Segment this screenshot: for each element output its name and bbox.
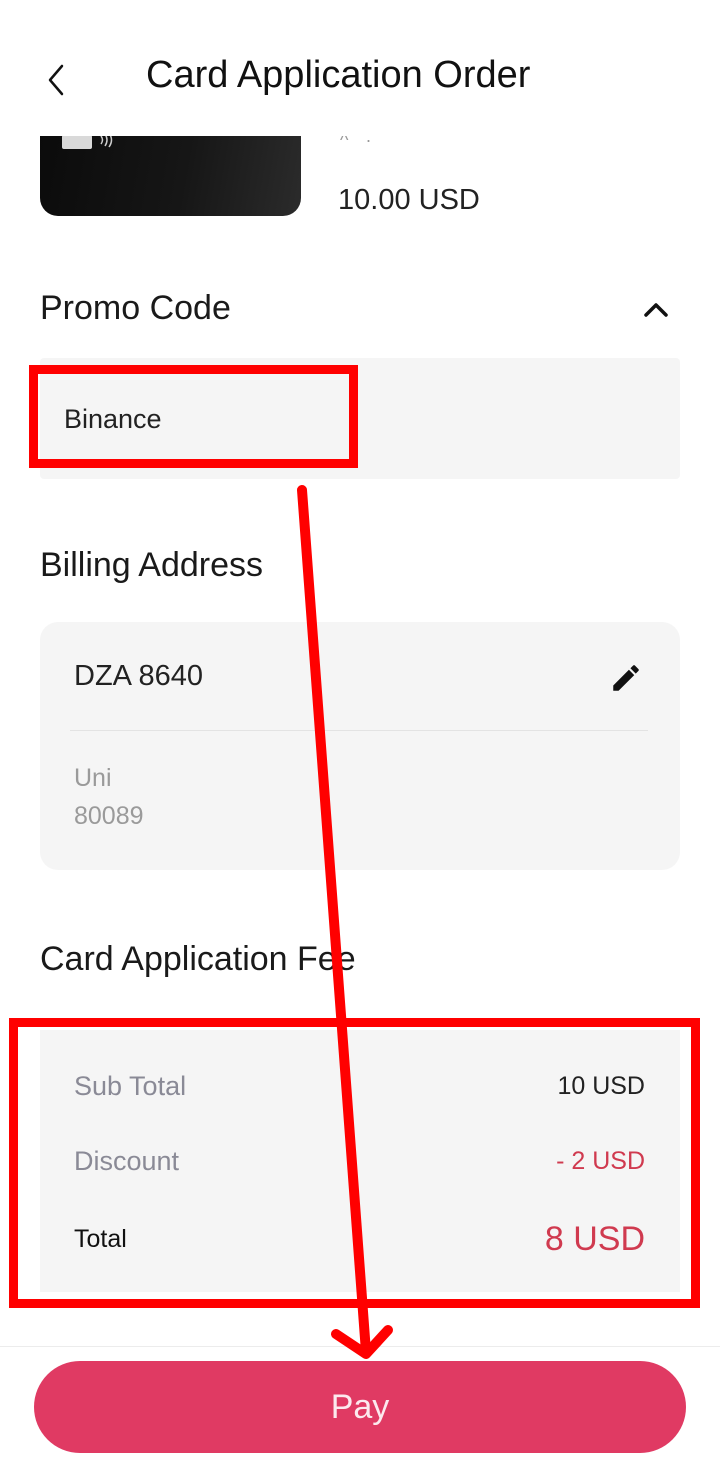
billing-address-line1: DZA 8640 [74, 660, 203, 692]
app-header: Card Application Order [0, 0, 720, 136]
promo-code-value: Binance [64, 404, 162, 434]
page-title: Card Application Order [146, 54, 531, 96]
discount-value: - 2 USD [556, 1147, 645, 1175]
billing-address-title: Billing Address [40, 546, 264, 584]
chevron-up-icon[interactable] [640, 296, 672, 324]
sub-total-value: 10 USD [557, 1072, 645, 1100]
promo-code-title: Promo Code [40, 289, 231, 327]
total-label: Total [74, 1225, 127, 1253]
chevron-left-icon[interactable] [36, 58, 76, 102]
card-chip [62, 135, 92, 149]
billing-address-line2: Uni [74, 764, 112, 792]
sub-total-label: Sub Total [74, 1071, 187, 1101]
pencil-icon[interactable] [606, 658, 646, 698]
discount-label: Discount [74, 1146, 180, 1176]
divider [70, 730, 648, 731]
total-value: 8 USD [544, 1220, 645, 1258]
pay-button[interactable]: Pay [34, 1361, 686, 1453]
card-price: 10.00 USD [338, 184, 480, 216]
billing-address-line3: 80089 [74, 802, 144, 830]
card-application-fee-title: Card Application Fee [40, 940, 356, 978]
card-image [40, 126, 301, 216]
